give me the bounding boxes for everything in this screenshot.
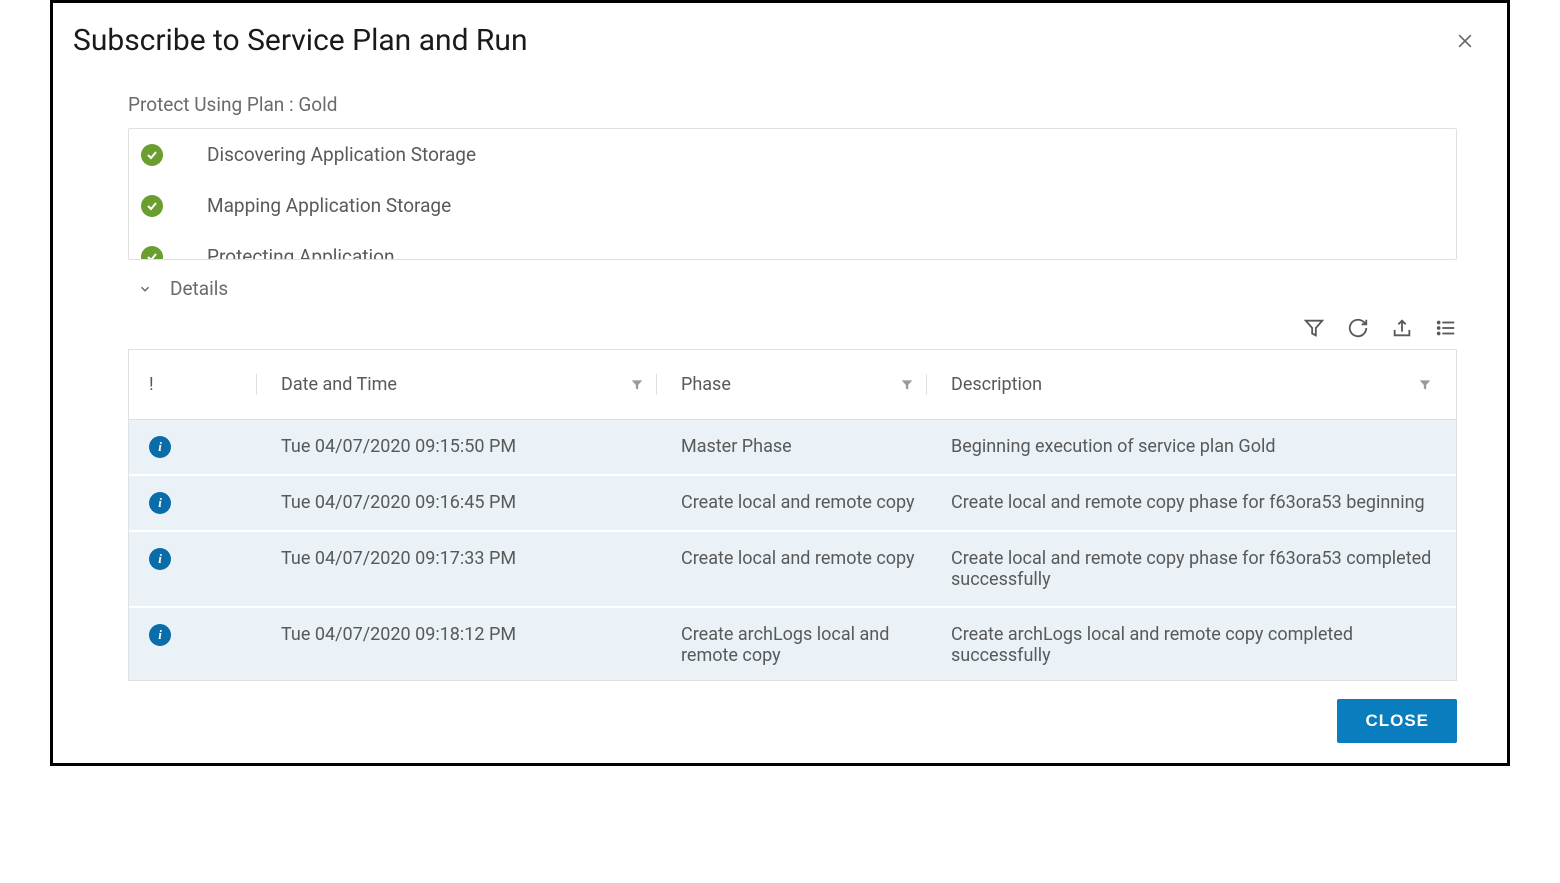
- log-table-scroll[interactable]: ! Date and Time: [129, 350, 1456, 680]
- header-phase[interactable]: Phase: [669, 350, 939, 420]
- details-toggle[interactable]: Details: [128, 272, 1457, 305]
- check-icon: [141, 144, 163, 166]
- step-row: Protecting Application: [129, 231, 1456, 260]
- step-label: Mapping Application Storage: [207, 194, 451, 217]
- info-icon: i: [149, 492, 171, 514]
- table-header-row: ! Date and Time: [129, 350, 1456, 420]
- header-datetime-label: Date and Time: [281, 374, 397, 395]
- filter-icon[interactable]: [900, 378, 914, 392]
- log-table-container: ! Date and Time: [128, 349, 1457, 681]
- cell-datetime: Tue 04/07/2020 09:17:33 PM: [269, 531, 669, 607]
- filter-icon[interactable]: [1418, 378, 1432, 392]
- details-label: Details: [170, 277, 228, 300]
- cell-datetime: Tue 04/07/2020 09:15:50 PM: [269, 420, 669, 476]
- header-status[interactable]: !: [129, 350, 269, 420]
- cell-phase: Create local and remote copy: [669, 531, 939, 607]
- cell-description: Create local and remote copy phase for f…: [939, 475, 1456, 531]
- cell-datetime: Tue 04/07/2020 09:18:12 PM: [269, 607, 669, 680]
- cell-description: Beginning execution of service plan Gold: [939, 420, 1456, 476]
- header-description[interactable]: Description: [939, 350, 1456, 420]
- chevron-down-icon: [138, 282, 152, 296]
- close-button[interactable]: CLOSE: [1337, 699, 1457, 743]
- subscribe-modal: Subscribe to Service Plan and Run Protec…: [50, 0, 1510, 766]
- filter-icon[interactable]: [630, 378, 644, 392]
- table-row[interactable]: i Tue 04/07/2020 09:15:50 PM Master Phas…: [129, 420, 1456, 476]
- step-label: Discovering Application Storage: [207, 143, 476, 166]
- step-label: Protecting Application: [207, 245, 394, 260]
- filter-icon[interactable]: [1303, 317, 1325, 339]
- export-icon[interactable]: [1391, 317, 1413, 339]
- log-table: ! Date and Time: [129, 350, 1456, 680]
- modal-content: Protect Using Plan : Gold Discovering Ap…: [53, 68, 1507, 681]
- cell-phase: Create archLogs local and remote copy: [669, 607, 939, 680]
- cell-datetime: Tue 04/07/2020 09:16:45 PM: [269, 475, 669, 531]
- header-phase-label: Phase: [681, 374, 731, 395]
- modal-footer: CLOSE: [53, 681, 1507, 743]
- table-body: i Tue 04/07/2020 09:15:50 PM Master Phas…: [129, 420, 1456, 681]
- step-row: Discovering Application Storage: [129, 129, 1456, 180]
- cell-description: Create archLogs local and remote copy co…: [939, 607, 1456, 680]
- modal-header: Subscribe to Service Plan and Run: [53, 23, 1507, 68]
- modal-title: Subscribe to Service Plan and Run: [73, 23, 528, 58]
- check-icon: [141, 195, 163, 217]
- refresh-icon[interactable]: [1347, 317, 1369, 339]
- info-icon: i: [149, 624, 171, 646]
- plan-label: Protect Using Plan : Gold: [128, 93, 1457, 116]
- cell-phase: Master Phase: [669, 420, 939, 476]
- header-description-label: Description: [951, 374, 1042, 395]
- cell-description: Create local and remote copy phase for f…: [939, 531, 1456, 607]
- info-icon: i: [149, 436, 171, 458]
- list-icon[interactable]: [1435, 317, 1457, 339]
- steps-panel[interactable]: Discovering Application Storage Mapping …: [128, 128, 1457, 260]
- step-row: Mapping Application Storage: [129, 180, 1456, 231]
- header-datetime[interactable]: Date and Time: [269, 350, 669, 420]
- check-icon: [141, 246, 163, 261]
- cell-phase: Create local and remote copy: [669, 475, 939, 531]
- header-status-label: !: [149, 374, 154, 395]
- table-toolbar: [128, 305, 1457, 349]
- info-icon: i: [149, 548, 171, 570]
- table-row[interactable]: i Tue 04/07/2020 09:17:33 PM Create loca…: [129, 531, 1456, 607]
- close-icon[interactable]: [1453, 29, 1477, 53]
- table-row[interactable]: i Tue 04/07/2020 09:18:12 PM Create arch…: [129, 607, 1456, 680]
- table-row[interactable]: i Tue 04/07/2020 09:16:45 PM Create loca…: [129, 475, 1456, 531]
